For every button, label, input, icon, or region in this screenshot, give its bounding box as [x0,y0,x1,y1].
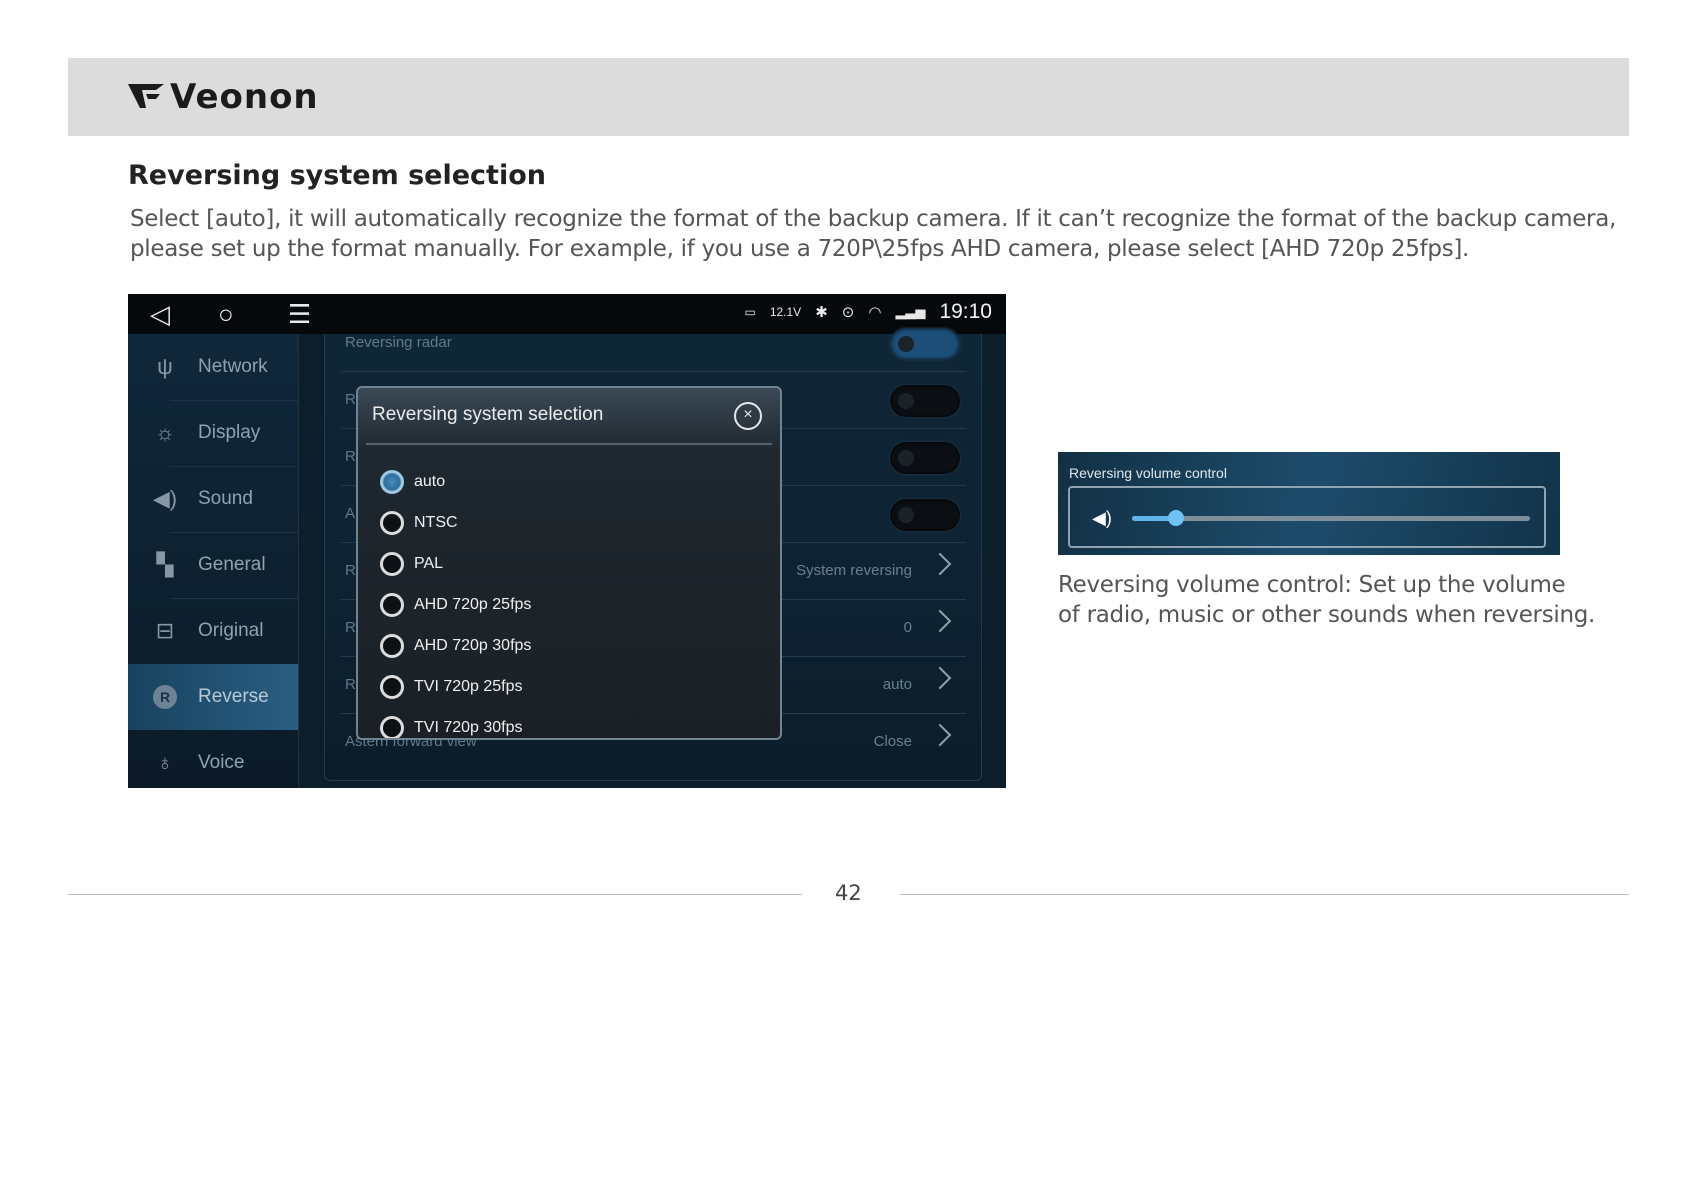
logo-text: Veonon [170,77,319,117]
back-icon[interactable]: ◁ [150,300,170,328]
setting-label: R [345,619,356,636]
close-icon[interactable]: × [734,402,762,430]
option-label: auto [414,473,446,490]
divider [366,443,772,445]
option-label: PAL [414,555,444,572]
setting-value: 0 [903,619,912,636]
setting-label: R [345,391,356,408]
volume-panel: ◀) [1068,486,1546,548]
paragraph-line: please set up the format manually. For e… [130,236,1470,262]
setting-toggle[interactable] [890,442,960,474]
brand-logo: Veonon [126,78,336,116]
caption-line: Reversing volume control: Set up the vol… [1058,572,1566,598]
grid-icon: ▚ [156,552,174,577]
option-auto[interactable]: auto [380,468,445,496]
volume-slider[interactable] [1132,510,1530,526]
sidebar-item-label: General [198,554,266,575]
option-label: TVI 720p 25fps [414,678,523,695]
dialog-title: Reversing system selection [372,404,604,425]
footer-rule-left [68,894,802,895]
page-number: 42 [835,881,862,905]
section-title: Reversing system selection [128,160,546,191]
setting-value: Close [873,733,912,750]
setting-value: auto [882,676,912,693]
speaker-icon: ◀) [1092,508,1112,528]
sidebar-item-voice[interactable]: ♁ Voice [128,730,298,788]
sidebar-item-label: Voice [198,752,245,773]
sun-icon: ☼ [154,420,176,445]
sidebar-item-label: Sound [198,488,253,509]
paragraph-line: Select [auto], it will automatically rec… [130,206,1617,232]
sidebar-item-sound[interactable]: ◀) Sound [128,466,298,532]
volume-control-screenshot: Reversing volume control ◀) [1058,452,1560,555]
setting-value: System reversing [796,562,912,579]
section-paragraph: Select [auto], it will automatically rec… [130,204,1617,264]
chevron-right-icon [928,609,952,633]
radio-icon[interactable] [380,716,404,738]
radio-icon[interactable] [380,675,404,699]
volume-caption: Reversing volume control: Set up the vol… [1058,570,1596,630]
sidebar-item-label: Display [198,422,261,443]
reversing-system-dialog: Reversing system selection × auto NTSC P… [356,386,782,740]
chevron-right-icon [928,666,952,690]
option-label: AHD 720p 30fps [414,637,532,654]
option-label: NTSC [414,514,458,531]
reversing-radar-toggle[interactable] [890,328,960,360]
option-tvi-720p-25fps[interactable]: TVI 720p 25fps [380,673,523,701]
car-icon: ⊟ [155,618,175,643]
option-ntsc[interactable]: NTSC [380,509,458,537]
sidebar-item-label: Reverse [198,686,269,707]
option-tvi-720p-30fps[interactable]: TVI 720p 30fps [380,714,523,738]
option-ahd-720p-25fps[interactable]: AHD 720p 25fps [380,591,531,619]
reverse-icon: R [153,685,177,709]
antenna-icon: ψ [157,354,173,379]
radio-icon[interactable] [380,634,404,658]
sidebar-item-label: Network [198,356,268,377]
settings-sidebar: ψ Network ☼ Display ◀) Sound ▚ General ⊟… [128,334,299,788]
home-icon[interactable]: ○ [218,300,234,328]
speaker-icon: ◀) [152,486,178,511]
setting-row-reversing-radar[interactable]: Reversing radar [341,314,966,372]
radio-icon[interactable] [380,593,404,617]
setting-toggle[interactable] [890,499,960,531]
sidebar-item-original[interactable]: ⊟ Original [128,598,298,664]
option-label: TVI 720p 30fps [414,719,523,736]
footer-rule-right [900,894,1629,895]
logo-mark-icon [128,84,164,108]
setting-label: Reversing radar [345,334,452,351]
setting-toggle[interactable] [890,385,960,417]
menu-icon[interactable]: ☰ [288,300,311,328]
option-pal[interactable]: PAL [380,550,443,578]
sidebar-item-general[interactable]: ▚ General [128,532,298,598]
chevron-right-icon [928,723,952,747]
option-label: AHD 720p 25fps [414,596,532,613]
sidebar-item-display[interactable]: ☼ Display [128,400,298,466]
option-ahd-720p-30fps[interactable]: AHD 720p 30fps [380,632,531,660]
sidebar-item-label: Original [198,620,264,641]
radio-checked-icon[interactable] [380,470,404,494]
caption-line: of radio, music or other sounds when rev… [1058,602,1596,628]
setting-label: R [345,562,356,579]
setting-label: A [345,505,356,522]
setting-label: R [345,676,356,693]
device-screenshot: ◁ ○ ☰ ▭ 12.1V ✱ ⊙ ◠ ▂▃▅ 19:10 ψ Network … [128,294,1006,788]
radio-icon[interactable] [380,552,404,576]
sidebar-item-network[interactable]: ψ Network [128,334,298,400]
sidebar-item-reverse[interactable]: R Reverse [128,664,298,730]
chevron-right-icon [928,552,952,576]
volume-title: Reversing volume control [1069,465,1227,481]
radio-icon[interactable] [380,511,404,535]
volume-knob[interactable] [1167,510,1184,526]
setting-label: R [345,448,356,465]
microphone-icon: ♁ [156,750,174,775]
header-band: Veonon [68,58,1629,136]
